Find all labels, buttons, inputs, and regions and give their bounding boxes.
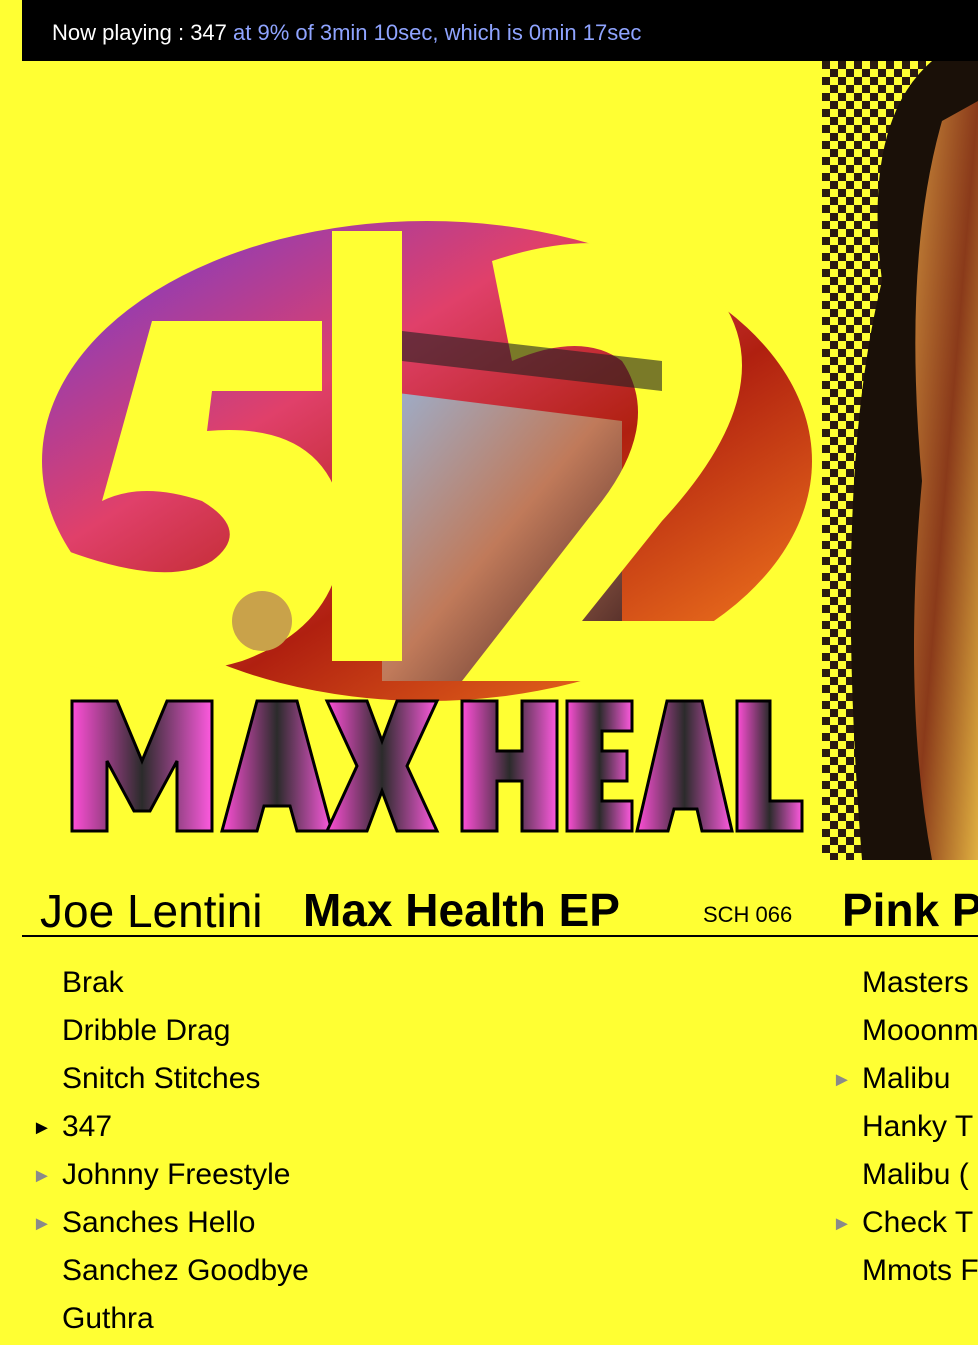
album-card: Pink P Masters Mooonm ► Malibu Hanky T Ma… (822, 61, 978, 1297)
track-name: Sanchez Goodbye (62, 1254, 309, 1287)
now-playing-progress: at 9% of 3min 10sec, which is 0min 17sec (226, 20, 642, 45)
track-name: Johnny Freestyle (62, 1158, 291, 1191)
track-item[interactable]: Sanchez Goodbye (22, 1249, 822, 1297)
album-cover[interactable] (22, 61, 822, 860)
track-name: Malibu (862, 1062, 951, 1095)
track-name: Sanches Hello (62, 1206, 256, 1239)
track-name: Mooonm (862, 1014, 978, 1047)
album-cover[interactable] (822, 61, 978, 860)
catalog-number: SCH 066 (703, 902, 793, 927)
play-icon[interactable]: ► (32, 1153, 52, 1199)
track-item[interactable]: ► 347 (22, 1105, 822, 1153)
track-item[interactable]: Hanky T (822, 1105, 978, 1153)
track-name: Dribble Drag (62, 1014, 231, 1047)
track-item[interactable]: ► Johnny Freestyle (22, 1153, 822, 1201)
track-item[interactable]: Snitch Stitches (22, 1057, 822, 1105)
track-item[interactable]: Dribble Drag (22, 1009, 822, 1057)
track-item[interactable]: ► Check T (822, 1201, 978, 1249)
track-name: Malibu ( (862, 1158, 969, 1191)
track-name: Guthra (62, 1302, 154, 1335)
album-title[interactable]: Pink P (842, 883, 978, 937)
track-name: 347 (62, 1110, 113, 1143)
now-playing-label: Now playing : (52, 20, 191, 45)
track-name: Masters (862, 966, 969, 999)
now-playing-bar: Now playing : 347 at 9% of 3min 10sec, w… (22, 0, 978, 61)
track-item[interactable]: Mmots F (822, 1249, 978, 1297)
track-name: Snitch Stitches (62, 1062, 261, 1095)
now-playing-track: 347 (190, 20, 227, 45)
album-title[interactable]: Max Health EP (303, 883, 620, 937)
play-icon[interactable]: ► (832, 1201, 852, 1247)
artist-name[interactable]: Joe Lentini (40, 884, 263, 938)
album-card: Joe Lentini Max Health EP SCH 066 Brak D… (22, 61, 822, 1345)
play-icon[interactable]: ► (32, 1201, 52, 1247)
track-list: Masters Mooonm ► Malibu Hanky T Malibu ( … (822, 961, 978, 1297)
track-list: Brak Dribble Drag Snitch Stitches ► 347 ►… (22, 961, 822, 1345)
album-cover-art (42, 221, 812, 833)
track-item[interactable]: Malibu ( (822, 1153, 978, 1201)
album-info: Joe Lentini Max Health EP SCH 066 (22, 860, 822, 937)
track-item[interactable]: Mooonm (822, 1009, 978, 1057)
track-item[interactable]: Masters (822, 961, 978, 1009)
album-info: Pink P (822, 860, 978, 937)
track-item[interactable]: ► Sanches Hello (22, 1201, 822, 1249)
track-item[interactable]: ► Malibu (822, 1057, 978, 1105)
track-name: Brak (62, 966, 124, 999)
track-name: Check T (862, 1206, 974, 1239)
track-name: Mmots F (862, 1254, 978, 1287)
album-cover-art (822, 61, 978, 860)
track-item[interactable]: Brak (22, 961, 822, 1009)
play-icon[interactable]: ► (832, 1057, 852, 1103)
track-name: Hanky T (862, 1110, 974, 1143)
track-item[interactable]: Guthra (22, 1297, 822, 1345)
play-icon[interactable]: ► (32, 1105, 52, 1151)
